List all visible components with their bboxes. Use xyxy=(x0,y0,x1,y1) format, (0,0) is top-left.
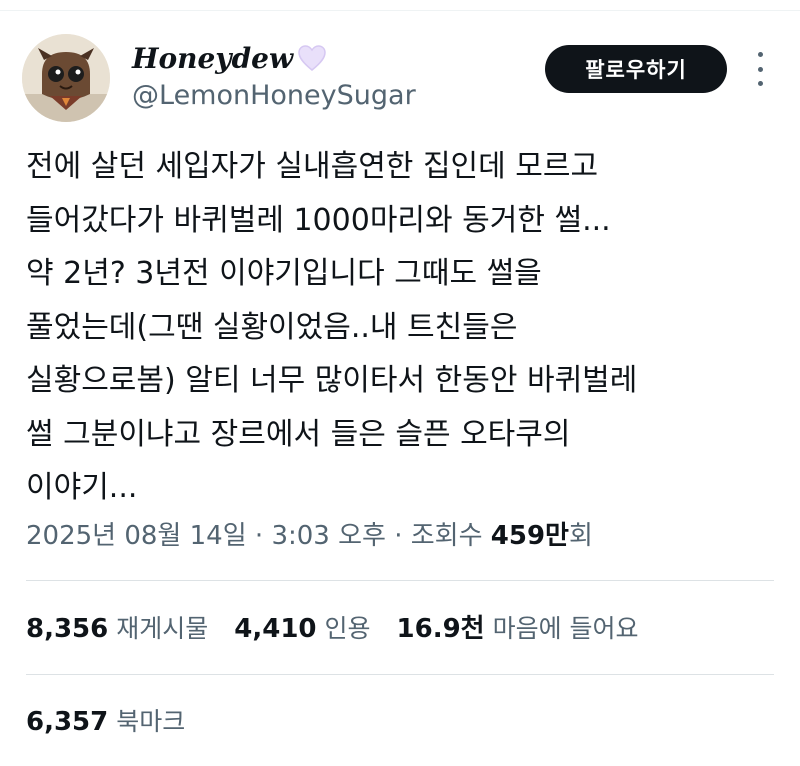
tweet-text: 전에 살던 세입자가 실내흡연한 집인데 모르고 들어갔다가 바퀴벌레 1000… xyxy=(26,140,786,515)
quotes-label: 인용 xyxy=(324,614,371,643)
tweet-date[interactable]: 2025년 08월 14일 xyxy=(26,521,247,551)
user-handle[interactable]: @LemonHoneySugar xyxy=(132,80,416,111)
tweet-meta: 2025년 08월 14일 · 3:03 오후 · 조회수 459만회 xyxy=(26,515,593,552)
quotes-stat[interactable]: 4,410 인용 xyxy=(234,609,370,645)
top-divider xyxy=(0,10,800,11)
likes-label: 마음에 들어요 xyxy=(492,614,639,643)
follow-button[interactable]: 팔로우하기 xyxy=(545,45,727,93)
views-suffix: 회 xyxy=(568,521,593,551)
tweet-text-line: 실황으로봄) 알티 너무 많이타서 한동안 바퀴벌레 xyxy=(26,363,638,398)
views-label: 조회수 xyxy=(410,521,491,551)
meta-separator: · xyxy=(246,521,272,551)
bookmarks-count: 6,357 xyxy=(26,707,109,737)
tweet-text-line: 썰 그분이냐고 장르에서 들은 슬픈 오타쿠의 xyxy=(26,416,571,452)
avatar[interactable] xyxy=(22,34,110,122)
tweet-text-line: 풀었는데(그땐 실황이었음..내 트친들은 xyxy=(26,309,518,345)
retweets-stat[interactable]: 8,356 재게시물 xyxy=(26,609,208,645)
likes-stat[interactable]: 16.9천 마음에 들어요 xyxy=(397,608,639,645)
engagement-stats: 8,356 재게시물 4,410 인용 16.9천 마음에 들어요 xyxy=(26,608,665,645)
tweet-text-line: 들어갔다가 바퀴벌레 1000마리와 동거한 썰... xyxy=(26,202,611,238)
meta-separator: · xyxy=(385,521,411,551)
tweet-text-line: 약 2년? 3년전 이야기입니다 그때도 썰을 xyxy=(26,256,542,291)
divider xyxy=(26,674,774,675)
tweet-text-line: 이야기... xyxy=(26,470,138,505)
bookmarks-label: 북마크 xyxy=(116,707,186,736)
retweets-label: 재게시물 xyxy=(116,614,209,643)
divider xyxy=(26,580,774,581)
avatar-image xyxy=(22,34,110,122)
display-name-row[interactable]: Honeydew xyxy=(132,38,416,78)
display-name[interactable]: Honeydew xyxy=(132,42,293,75)
views-count: 459만 xyxy=(490,521,569,551)
tweet-time[interactable]: 3:03 오후 xyxy=(271,521,386,551)
retweets-count: 8,356 xyxy=(26,614,109,644)
more-options-icon[interactable] xyxy=(748,52,772,86)
tweet-text-line: 전에 살던 세입자가 실내흡연한 집인데 모르고 xyxy=(26,149,599,184)
white-heart-icon xyxy=(297,44,327,72)
user-info: Honeydew @LemonHoneySugar xyxy=(132,38,416,112)
bookmarks-stat[interactable]: 6,357 북마크 xyxy=(26,702,185,738)
likes-count: 16.9천 xyxy=(396,614,485,644)
quotes-count: 4,410 xyxy=(234,614,317,644)
